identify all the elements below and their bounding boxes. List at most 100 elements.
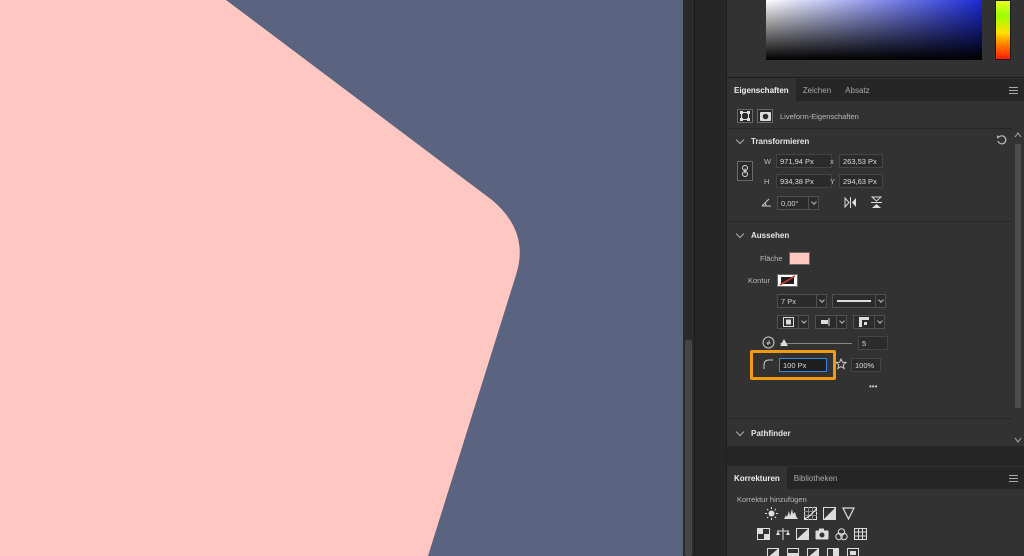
chevron-down-icon — [816, 295, 826, 307]
color-lookup-icon[interactable] — [854, 528, 867, 542]
selective-color-icon[interactable] — [847, 548, 859, 556]
stroke-row: Kontur — [748, 273, 799, 287]
transform-header[interactable]: Transformieren — [735, 134, 1007, 148]
stroke-width-dropdown[interactable]: 7 Px — [777, 294, 827, 308]
chevron-down-icon — [875, 295, 885, 307]
adjustment-icons-row-3 — [767, 548, 859, 556]
document-canvas[interactable] — [0, 0, 683, 556]
tab-label: Bibliotheken — [793, 473, 838, 483]
x-row: x 263,53 Px — [830, 154, 883, 168]
stroke-cap-dropdown[interactable] — [815, 315, 847, 329]
angle-icon — [761, 198, 772, 209]
chain-link-icon[interactable] — [737, 161, 753, 181]
rounded-pink-shape — [0, 0, 520, 556]
x-label: x — [830, 156, 834, 166]
svg-text:#: # — [766, 340, 771, 347]
pathfinder-title: Pathfinder — [751, 428, 791, 438]
stroke-corner-dropdown[interactable] — [853, 315, 885, 329]
posterize-icon[interactable] — [787, 548, 799, 556]
mask-icon[interactable] — [757, 109, 773, 123]
right-panel: Eigenschaften Zeichen Absatz Liveform-Ei… — [727, 0, 1024, 556]
levels-icon[interactable] — [784, 507, 798, 522]
color-saturation-field[interactable] — [766, 0, 982, 60]
adjustment-icons-row-2 — [757, 527, 867, 543]
divider — [727, 128, 1012, 129]
slider-thumb[interactable] — [780, 339, 788, 346]
height-field[interactable]: 934,38 Px — [776, 174, 832, 188]
angle-dropdown[interactable]: 0,00° — [777, 196, 819, 210]
y-row: Y 294,63 Px — [830, 174, 883, 188]
exposure-icon[interactable] — [823, 506, 836, 522]
flip-controls — [844, 196, 883, 211]
hue-slider[interactable] — [995, 0, 1011, 60]
tab-bibliotheken[interactable]: Bibliotheken — [787, 467, 845, 489]
scrollbar-thumb[interactable] — [1015, 144, 1021, 408]
more-options-button[interactable]: ••• — [869, 381, 877, 391]
channel-mixer-icon[interactable] — [835, 527, 848, 543]
angle-row: 0,00° — [761, 196, 819, 210]
gradient-map-icon[interactable] — [827, 548, 839, 556]
height-label: H — [764, 176, 770, 186]
chevron-down-icon — [798, 316, 808, 328]
highlight-box — [750, 350, 836, 380]
stroke-align-dropdown[interactable] — [777, 315, 809, 329]
vibrance-icon[interactable] — [842, 506, 855, 522]
flip-vertical-icon[interactable] — [870, 196, 883, 211]
threshold-icon[interactable] — [807, 548, 819, 556]
appearance-title: Aussehen — [751, 230, 790, 240]
properties-scrollbar[interactable] — [1012, 130, 1024, 445]
corners-slider[interactable] — [780, 338, 852, 348]
y-position-field[interactable]: 294,63 Px — [839, 174, 883, 188]
tab-korrekturen[interactable]: Korrekturen — [727, 467, 787, 489]
tab-label: Zeichen — [802, 85, 832, 95]
color-balance-icon[interactable] — [776, 528, 790, 542]
appearance-header[interactable]: Aussehen — [735, 229, 790, 241]
curves-icon[interactable] — [803, 506, 818, 522]
brightness-icon[interactable] — [765, 506, 778, 522]
tab-label: Eigenschaften — [734, 85, 789, 95]
width-row: W 971,94 Px — [764, 154, 832, 168]
tab-label: Absatz — [845, 85, 870, 95]
hue-saturation-icon[interactable] — [757, 528, 770, 542]
hamburger-menu-icon[interactable] — [1002, 79, 1024, 101]
x-position-field[interactable]: 263,53 Px — [839, 154, 883, 168]
stroke-align-icon — [778, 317, 798, 327]
invert-icon[interactable] — [767, 548, 779, 556]
fill-color-swatch[interactable] — [788, 251, 810, 265]
add-adjustment-label: Korrektur hinzufügen — [737, 494, 807, 504]
scrollbar-thumb[interactable] — [685, 340, 692, 556]
chevron-down-icon — [836, 316, 846, 328]
transform-box-icon[interactable] — [737, 109, 753, 123]
star-ratio-field[interactable]: 100% — [851, 358, 881, 372]
chevron-down-icon — [735, 229, 745, 238]
width-label: W — [764, 156, 772, 166]
stroke-label: Kontur — [748, 275, 771, 285]
photo-filter-icon[interactable] — [815, 528, 829, 542]
stroke-color-swatch[interactable] — [777, 273, 799, 287]
angle-value: 0,00° — [781, 198, 799, 208]
tab-eigenschaften[interactable]: Eigenschaften — [727, 79, 796, 101]
chevron-down-icon — [874, 316, 884, 328]
reset-icon[interactable] — [996, 134, 1007, 148]
flip-horizontal-icon[interactable] — [844, 196, 857, 210]
hamburger-menu-icon[interactable] — [1002, 467, 1024, 489]
stroke-width-row: 7 Px — [777, 294, 886, 308]
panel-separator — [727, 446, 1024, 466]
more-icon: ••• — [869, 381, 878, 391]
pathfinder-header[interactable]: Pathfinder — [735, 427, 791, 439]
tab-absatz[interactable]: Absatz — [838, 79, 876, 101]
tab-zeichen[interactable]: Zeichen — [796, 79, 838, 101]
black-white-icon[interactable] — [796, 528, 809, 542]
corners-field[interactable]: 5 — [858, 336, 888, 350]
stroke-style-dropdown[interactable] — [832, 294, 886, 308]
stroke-line-preview — [833, 300, 875, 302]
canvas-vertical-scrollbar[interactable] — [683, 0, 694, 556]
panel-dock-strip — [694, 0, 726, 556]
transform-title: Transformieren — [751, 136, 810, 146]
color-picker — [727, 0, 1024, 78]
chevron-down-icon — [735, 135, 745, 144]
star-ratio-icon — [834, 357, 848, 372]
width-field[interactable]: 971,94 Px — [776, 154, 832, 168]
fill-row: Fläche — [760, 251, 810, 265]
stroke-options-row — [777, 315, 885, 329]
